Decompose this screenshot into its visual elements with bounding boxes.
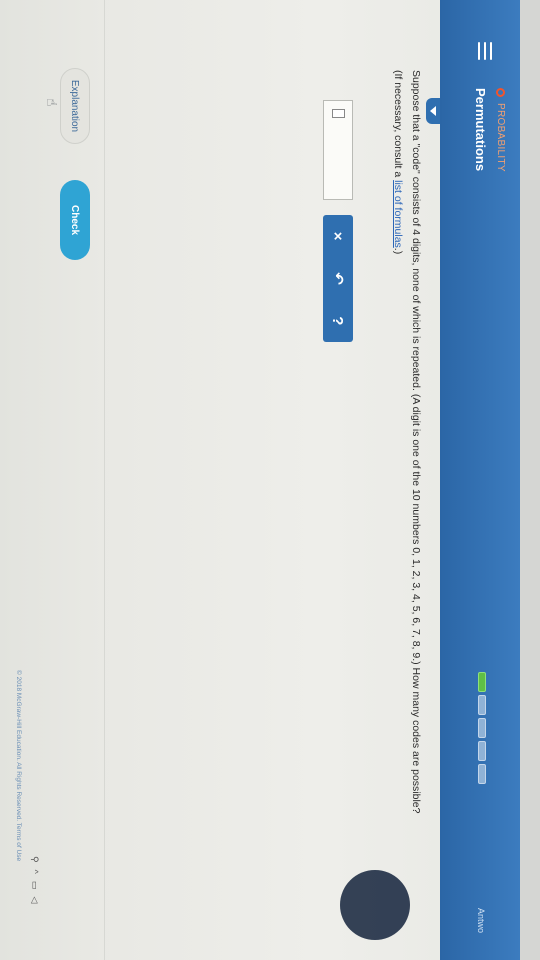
topic-title: Permutations [473, 88, 488, 172]
input-cursor-icon [332, 109, 345, 118]
question-panel: Suppose that a "code" consists of 4 digi… [386, 70, 422, 900]
person-icon[interactable]: ⚲ [29, 856, 40, 863]
volume-icon[interactable]: ◁ [29, 896, 40, 903]
progress-indicator [478, 672, 486, 784]
undo-button[interactable]: ↶ [325, 259, 351, 297]
clear-button[interactable]: × [325, 217, 351, 255]
progress-segment [478, 672, 486, 692]
category-label: PROBABILITY [495, 103, 506, 172]
note-prefix: (If necessary, consult a [392, 70, 404, 181]
question-note: (If necessary, consult a list of formula… [391, 70, 404, 900]
note-suffix: .) [392, 247, 404, 255]
status-dot-icon [496, 88, 505, 97]
progress-segment [478, 741, 486, 761]
answer-input[interactable] [323, 100, 353, 200]
copyright-text: © 2018 McGraw-Hill Education. All Rights… [15, 670, 22, 862]
menu-icon[interactable] [478, 42, 492, 60]
system-tray: ⚲ ^ ▭ ◁ [29, 856, 40, 903]
progress-segment [478, 695, 486, 715]
explanation-button[interactable]: Explanation [60, 68, 90, 144]
check-button[interactable]: Check [60, 180, 90, 260]
question-text: Suppose that a "code" consists of 4 digi… [410, 70, 422, 814]
side-circle [340, 870, 410, 940]
answer-tools: × ↶ ? [323, 215, 353, 342]
network-icon[interactable]: ▭ [29, 881, 40, 890]
header-bar: PROBABILITY Permutations Antwo [440, 0, 520, 960]
chevron-down-icon [430, 106, 436, 116]
help-button[interactable]: ? [325, 302, 351, 340]
pointer-hand-icon: ☝ [44, 98, 60, 107]
chevron-up-icon[interactable]: ^ [29, 870, 40, 874]
formulas-link[interactable]: list of formulas [392, 180, 404, 248]
collapse-toggle[interactable] [426, 98, 440, 124]
progress-segment [478, 718, 486, 738]
category-row: PROBABILITY [495, 88, 506, 172]
progress-segment [478, 764, 486, 784]
screen: PROBABILITY Permutations Antwo Suppose t… [0, 0, 540, 960]
header-right-label[interactable]: Antwo [476, 908, 486, 933]
top-strip [520, 0, 540, 960]
